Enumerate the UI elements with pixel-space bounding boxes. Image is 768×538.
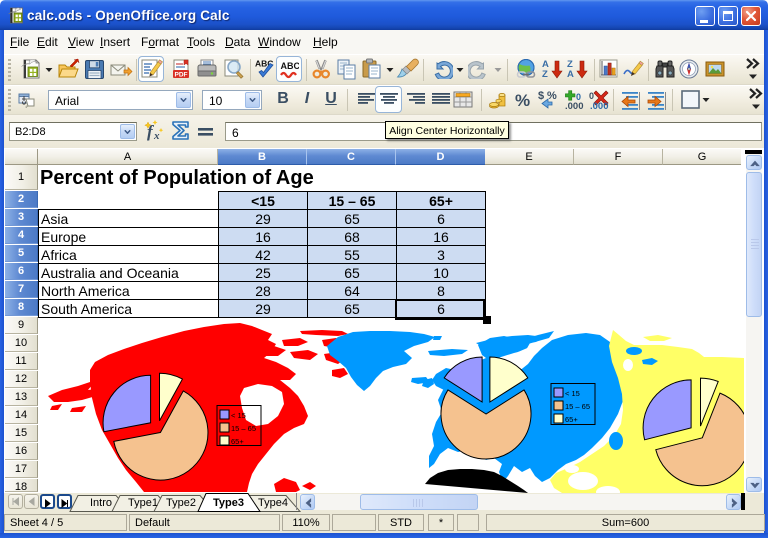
svg-text:.000: .000: [590, 101, 609, 111]
svg-text:65+: 65+: [565, 415, 578, 424]
svg-text:Type1: Type1: [128, 497, 158, 509]
svg-text:< 15: < 15: [565, 389, 580, 398]
svg-text:A: A: [567, 69, 574, 80]
svg-text:15 – 65: 15 – 65: [231, 424, 256, 433]
svg-text:< 15: < 15: [231, 411, 246, 420]
svg-text:0: 0: [589, 91, 594, 101]
svg-text:15 – 65: 15 – 65: [565, 402, 590, 411]
svg-text:x: x: [153, 130, 160, 142]
svg-text:Type2: Type2: [166, 497, 196, 509]
svg-text:ABC: ABC: [281, 61, 300, 71]
svg-text:Type3: Type3: [213, 497, 244, 509]
svg-text:.000: .000: [565, 101, 584, 111]
svg-text:Z: Z: [542, 69, 548, 80]
svg-text:Type4: Type4: [258, 497, 288, 509]
svg-text:$: $: [538, 90, 544, 102]
svg-text:%: %: [547, 90, 557, 102]
svg-text:%: %: [515, 91, 530, 110]
svg-text:Intro: Intro: [90, 497, 112, 509]
svg-text:65+: 65+: [231, 437, 244, 446]
svg-text:PDF: PDF: [175, 72, 188, 79]
